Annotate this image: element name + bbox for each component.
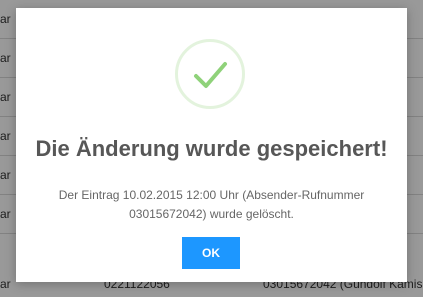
- dialog-message: Der Eintrag 10.02.2015 12:00 Uhr (Absend…: [58, 188, 365, 221]
- checkmark-success-icon: [175, 39, 245, 109]
- success-dialog: Die Änderung wurde gespeichert! Der Eint…: [16, 8, 407, 282]
- ok-button[interactable]: OK: [182, 237, 240, 269]
- page: ar ar ar ar ar ar ar 0221122056 03015672…: [0, 0, 423, 297]
- dialog-title: Die Änderung wurde gespeichert!: [35, 136, 388, 161]
- checkmark-icon: [194, 62, 227, 88]
